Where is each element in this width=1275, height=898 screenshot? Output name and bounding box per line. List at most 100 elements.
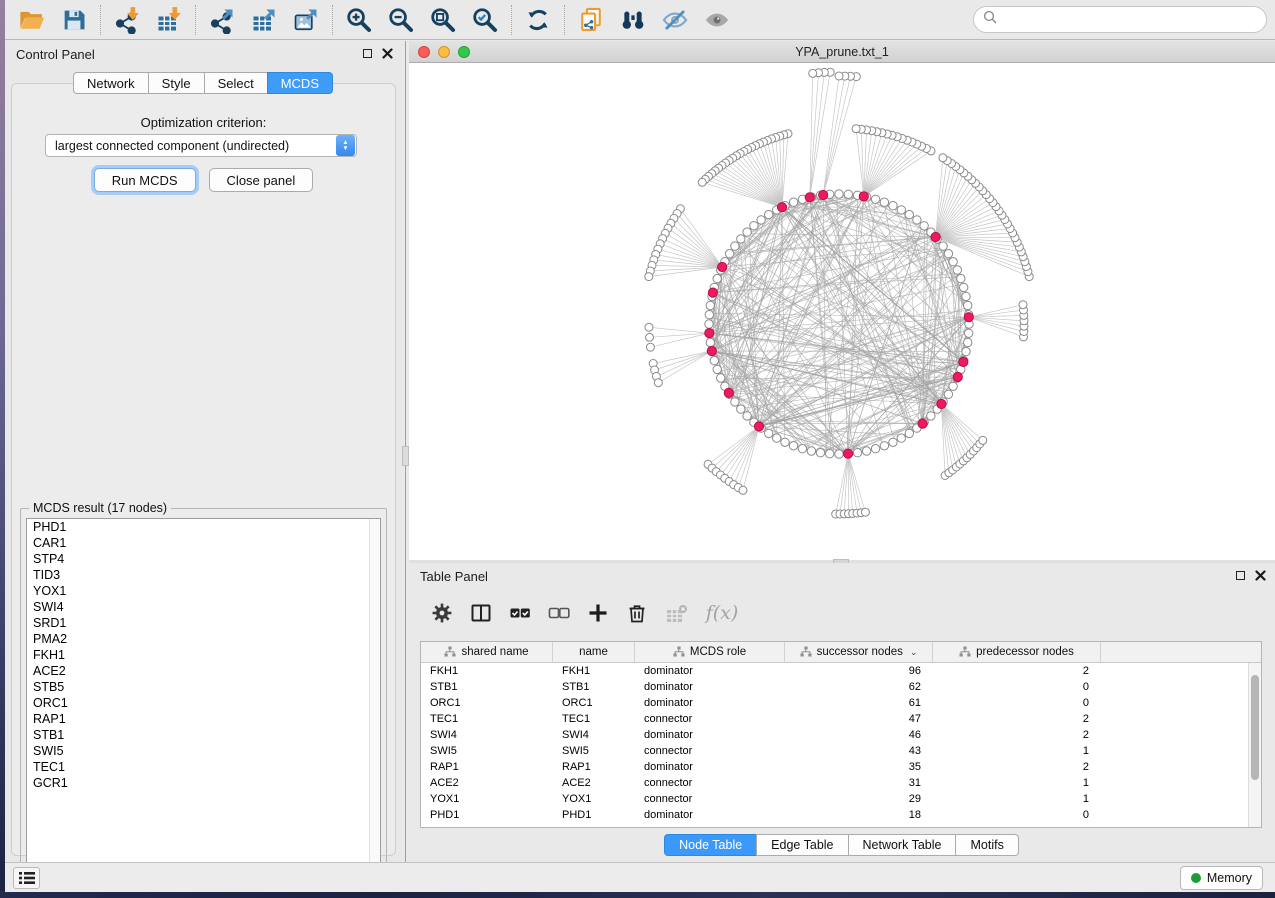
network-node[interactable] — [739, 486, 747, 494]
network-node[interactable] — [962, 292, 970, 300]
network-node[interactable] — [897, 434, 905, 442]
network-node[interactable] — [939, 154, 947, 162]
network-node[interactable] — [889, 202, 897, 210]
network-node[interactable] — [826, 450, 834, 458]
network-node[interactable] — [949, 258, 957, 266]
zoom-out-button[interactable] — [384, 3, 418, 37]
select-all-button[interactable] — [505, 598, 535, 628]
network-hub-node[interactable] — [953, 372, 962, 381]
mcds-result-item[interactable]: YOX1 — [27, 583, 380, 599]
network-node[interactable] — [717, 374, 725, 382]
network-hub-node[interactable] — [805, 193, 814, 202]
network-node[interactable] — [889, 438, 897, 446]
tab-select[interactable]: Select — [204, 72, 268, 94]
column-header-MCDS-role[interactable]: MCDS role — [635, 642, 785, 662]
network-hub-node[interactable] — [708, 288, 717, 297]
table-row[interactable]: SWI4SWI4dominator462 — [421, 727, 1248, 743]
network-node[interactable] — [743, 228, 751, 236]
memory-button[interactable]: Memory — [1180, 866, 1263, 890]
search-input[interactable] — [1003, 13, 1257, 27]
export-image-button[interactable] — [289, 3, 323, 37]
network-node[interactable] — [835, 450, 843, 458]
network-hub-node[interactable] — [844, 449, 853, 458]
network-node[interactable] — [944, 250, 952, 258]
network-node[interactable] — [835, 190, 843, 198]
network-hub-node[interactable] — [754, 422, 763, 431]
vertical-splitter-grip[interactable] — [402, 446, 409, 466]
network-hub-node[interactable] — [705, 329, 714, 338]
tab-edge-table[interactable]: Edge Table — [756, 834, 848, 856]
settings-button[interactable] — [427, 598, 457, 628]
network-node[interactable] — [713, 274, 721, 282]
table-row[interactable]: ACE2ACE2connector311 — [421, 775, 1248, 791]
mcds-result-item[interactable]: ORC1 — [27, 695, 380, 711]
table-row[interactable]: RAP1RAP1dominator352 — [421, 759, 1248, 775]
network-node[interactable] — [645, 273, 653, 281]
import-table-button[interactable] — [152, 3, 186, 37]
mcds-result-list[interactable]: PHD1CAR1STP4TID3YOX1SWI4SRD1PMA2FKH1ACE2… — [26, 518, 381, 873]
network-node[interactable] — [646, 343, 654, 351]
table-row[interactable]: FKH1FKH1dominator962 — [421, 663, 1248, 679]
network-node[interactable] — [765, 210, 773, 218]
network-node[interactable] — [654, 379, 662, 387]
run-mcds-button[interactable]: Run MCDS — [94, 168, 196, 192]
hide-selected-button[interactable] — [658, 3, 692, 37]
network-node[interactable] — [949, 382, 957, 390]
network-node[interactable] — [710, 356, 718, 364]
network-node[interactable] — [807, 447, 815, 455]
save-session-button[interactable] — [57, 3, 91, 37]
column-header-name[interactable]: name — [553, 642, 635, 662]
mcds-result-item[interactable]: CAR1 — [27, 535, 380, 551]
mcds-result-item[interactable]: STP4 — [27, 551, 380, 567]
network-node[interactable] — [773, 434, 781, 442]
column-header-predecessor-nodes[interactable]: predecessor nodes — [933, 642, 1101, 662]
column-header-successor-nodes[interactable]: successor nodes⌄ — [785, 642, 933, 662]
network-node[interactable] — [944, 390, 952, 398]
control-panel-float-button[interactable] — [361, 47, 374, 60]
split-panel-button[interactable] — [466, 598, 496, 628]
mcds-result-item[interactable]: PHD1 — [27, 519, 380, 535]
tab-motifs[interactable]: Motifs — [955, 834, 1018, 856]
network-node[interactable] — [905, 210, 913, 218]
search-field[interactable] — [973, 6, 1267, 33]
network-node[interactable] — [897, 206, 905, 214]
network-node[interactable] — [913, 216, 921, 224]
network-node[interactable] — [798, 445, 806, 453]
mcds-result-item[interactable]: GCR1 — [27, 775, 380, 791]
table-scrollbar-thumb[interactable] — [1251, 675, 1259, 780]
network-hub-node[interactable] — [959, 357, 968, 366]
network-hub-node[interactable] — [918, 419, 927, 428]
network-node[interactable] — [965, 329, 973, 337]
network-node[interactable] — [871, 445, 879, 453]
network-node[interactable] — [706, 338, 714, 346]
control-panel-close-button[interactable] — [381, 47, 394, 60]
network-node[interactable] — [852, 125, 860, 133]
tab-style[interactable]: Style — [148, 72, 205, 94]
network-node[interactable] — [1019, 301, 1027, 309]
table-row[interactable]: ORC1ORC1dominator610 — [421, 695, 1248, 711]
mcds-result-item[interactable]: ACE2 — [27, 663, 380, 679]
network-node[interactable] — [789, 198, 797, 206]
network-node[interactable] — [853, 449, 861, 457]
clear-selection-button[interactable] — [544, 598, 574, 628]
network-node[interactable] — [957, 274, 965, 282]
refresh-button[interactable] — [521, 3, 555, 37]
result-list-scrollbar[interactable] — [369, 519, 380, 872]
tab-node-table[interactable]: Node Table — [664, 834, 757, 856]
table-row[interactable]: YOX1YOX1connector291 — [421, 791, 1248, 807]
mcds-result-item[interactable]: SRD1 — [27, 615, 380, 631]
network-node[interactable] — [743, 412, 751, 420]
network-node[interactable] — [705, 320, 713, 328]
network-hub-node[interactable] — [777, 203, 786, 212]
network-node[interactable] — [698, 178, 706, 186]
mcds-result-item[interactable]: SWI4 — [27, 599, 380, 615]
network-node[interactable] — [731, 242, 739, 250]
mcds-result-item[interactable]: SWI5 — [27, 743, 380, 759]
network-node[interactable] — [737, 235, 745, 243]
table-panel-float-button[interactable] — [1234, 569, 1247, 582]
tab-network-table[interactable]: Network Table — [848, 834, 957, 856]
network-node[interactable] — [713, 365, 721, 373]
delete-column-button[interactable] — [622, 598, 652, 628]
network-node[interactable] — [737, 405, 745, 413]
tab-network[interactable]: Network — [73, 72, 149, 94]
